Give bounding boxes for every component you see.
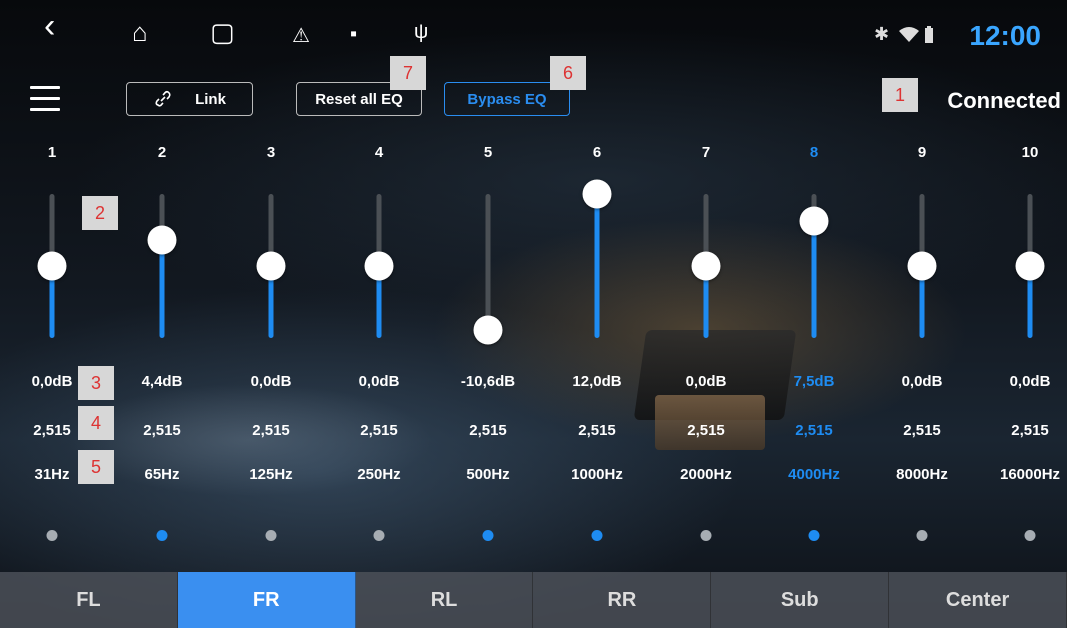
tab-fr[interactable]: FR [177, 572, 356, 628]
slider-fill [594, 194, 600, 338]
tab-rr[interactable]: RR [533, 572, 712, 628]
band-number: 2 [157, 144, 167, 161]
usb-icon: ψ [414, 21, 429, 43]
q-value[interactable]: 2,515 [33, 422, 71, 439]
annotation-badge-7: 7 [390, 56, 426, 90]
link-button[interactable]: Link [126, 82, 253, 116]
channel-tabs: FL FR RL RR Sub Center [0, 572, 1067, 628]
frequency-value[interactable]: 2000Hz [680, 466, 732, 483]
slider-knob[interactable] [582, 179, 612, 209]
clock: 12:00 [969, 20, 1041, 51]
slider-fill [159, 239, 165, 338]
q-value[interactable]: 2,515 [687, 422, 725, 439]
home-icon[interactable]: ⌂ [132, 19, 148, 45]
band-number: 4 [374, 144, 384, 161]
gain-value[interactable]: 4,4dB [142, 373, 183, 390]
gain-value[interactable]: 0,0dB [686, 373, 727, 390]
q-value[interactable]: 2,515 [252, 422, 290, 439]
slider-fill [811, 220, 817, 338]
annotation-badge-3: 3 [78, 366, 114, 400]
image-notification-icon: ▪ [350, 23, 358, 45]
frequency-value[interactable]: 500Hz [466, 466, 509, 483]
gain-value[interactable]: 0,0dB [1010, 373, 1051, 390]
band-number: 8 [809, 144, 819, 161]
slider-knob[interactable] [37, 251, 67, 281]
band-number: 7 [701, 144, 711, 161]
tab-fl[interactable]: FL [0, 572, 178, 628]
gain-value[interactable]: 0,0dB [359, 373, 400, 390]
gain-value[interactable]: 12,0dB [572, 373, 621, 390]
back-icon[interactable]: ‹ [44, 9, 55, 43]
gain-value[interactable]: 0,0dB [902, 373, 943, 390]
band-number: 10 [1021, 144, 1039, 161]
wifi-icon [899, 27, 919, 42]
q-value[interactable]: 2,515 [578, 422, 616, 439]
slider-knob[interactable] [364, 251, 394, 281]
slider-knob[interactable] [799, 206, 829, 236]
frequency-value[interactable]: 31Hz [34, 466, 69, 483]
frequency-value[interactable]: 4000Hz [788, 466, 840, 483]
band-indicator-dot [373, 530, 385, 541]
band-number: 6 [592, 144, 602, 161]
tab-rl[interactable]: RL [355, 572, 534, 628]
battery-icon [925, 26, 933, 43]
band-number: 5 [483, 144, 493, 161]
slider-knob[interactable] [147, 225, 177, 255]
annotation-badge-2: 2 [82, 196, 118, 230]
frequency-value[interactable]: 250Hz [357, 466, 400, 483]
frequency-value[interactable]: 125Hz [249, 466, 292, 483]
warning-icon: ⚠ [292, 25, 310, 47]
q-value[interactable]: 2,515 [360, 422, 398, 439]
slider-knob[interactable] [907, 251, 937, 281]
q-value[interactable]: 2,515 [903, 422, 941, 439]
link-label: Link [195, 90, 226, 108]
slider-knob[interactable] [473, 315, 503, 345]
hamburger-menu-icon[interactable] [30, 86, 60, 112]
status-bar: ‹ ⌂ ▢ ⚠ ▪ ψ ✱ 12:00 [0, 0, 1067, 72]
tab-center[interactable]: Center [889, 572, 1067, 628]
q-value[interactable]: 2,515 [143, 422, 181, 439]
band-number: 9 [917, 144, 927, 161]
slider-knob[interactable] [1015, 251, 1045, 281]
gain-value[interactable]: -10,6dB [461, 373, 515, 390]
annotation-badge-5: 5 [78, 450, 114, 484]
recent-apps-icon[interactable]: ▢ [210, 19, 235, 45]
gain-value[interactable]: 0,0dB [32, 373, 73, 390]
q-value[interactable]: 2,515 [1011, 422, 1049, 439]
connection-status: Connected [947, 88, 1061, 113]
band-indicator-dot [1024, 530, 1036, 541]
band-indicator-dot [265, 530, 277, 541]
slider-knob[interactable] [256, 251, 286, 281]
band-number: 3 [266, 144, 276, 161]
slider-knob[interactable] [691, 251, 721, 281]
annotation-badge-6: 6 [550, 56, 586, 90]
band-indicator-dot [46, 530, 58, 541]
link-icon [155, 90, 171, 107]
gain-value[interactable]: 7,5dB [794, 373, 835, 390]
bluetooth-icon: ✱ [874, 24, 890, 44]
band-indicator-dot [700, 530, 712, 541]
band-number: 1 [47, 144, 57, 161]
band-indicator-dot [482, 530, 494, 541]
annotation-badge-1: 1 [882, 78, 918, 112]
band-indicator-dot [808, 530, 820, 541]
band-indicator-dot [156, 530, 168, 541]
frequency-value[interactable]: 65Hz [144, 466, 179, 483]
gain-value[interactable]: 0,0dB [251, 373, 292, 390]
q-value[interactable]: 2,515 [469, 422, 507, 439]
frequency-value[interactable]: 1000Hz [571, 466, 623, 483]
band-indicator-dot [591, 530, 603, 541]
annotation-badge-4: 4 [78, 406, 114, 440]
frequency-value[interactable]: 8000Hz [896, 466, 948, 483]
tab-sub[interactable]: Sub [711, 572, 890, 628]
band-indicator-dot [916, 530, 928, 541]
q-value[interactable]: 2,515 [795, 422, 833, 439]
frequency-value[interactable]: 16000Hz [1000, 466, 1060, 483]
